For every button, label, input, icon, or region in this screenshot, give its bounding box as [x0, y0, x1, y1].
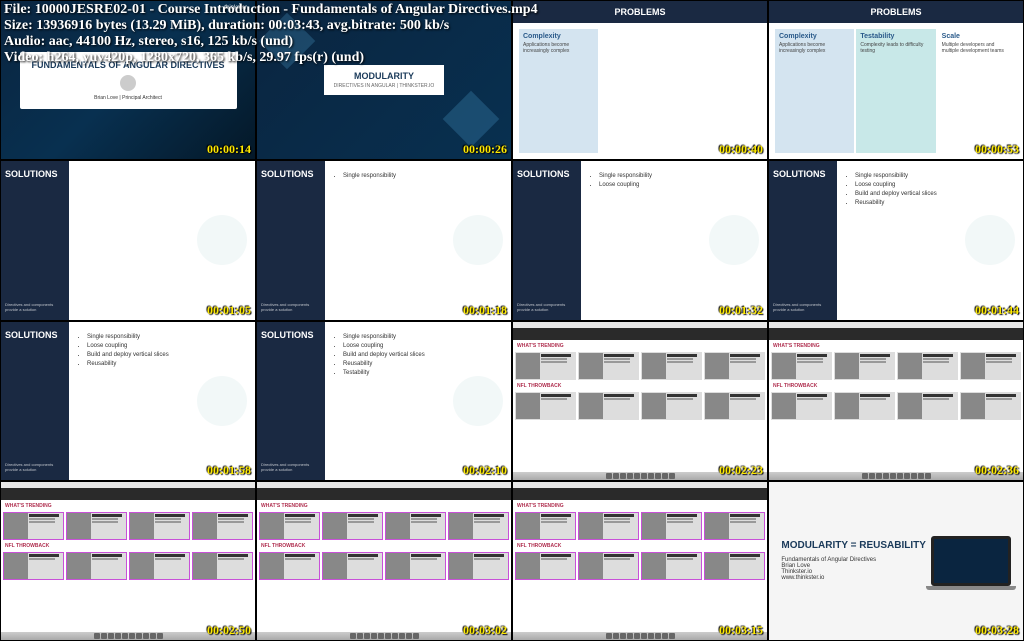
thumbnail[interactable]: SOLUTIONSDirectives and components provi… [0, 160, 256, 320]
slide-header: PROBLEMS [769, 1, 1023, 23]
file-metadata: File: 10000JESRE02-01 - Course Introduct… [0, 0, 542, 68]
timestamp: 00:01:32 [719, 303, 763, 318]
thumbnail-grid: thinkster FUNDAMENTALS OF ANGULAR DIRECT… [0, 0, 1024, 641]
thumbnail[interactable]: WHAT'S TRENDING NFL THROWBACK 00:02:50 [0, 481, 256, 641]
timestamp: 00:03:15 [719, 623, 763, 638]
timestamp: 00:00:40 [719, 142, 763, 157]
slide-subtitle: DIRECTIVES IN ANGULAR | THINKSTER.IO [334, 83, 435, 89]
timestamp: 00:01:05 [207, 303, 251, 318]
timestamp: 00:01:18 [463, 303, 507, 318]
author-name: Brian Love | Principal Architect [32, 95, 225, 101]
timestamp: 00:02:23 [719, 463, 763, 478]
timestamp: 00:00:26 [463, 142, 507, 157]
thumbnail[interactable]: PROBLEMS Complexity Applications become … [512, 0, 768, 160]
timestamp: 00:03:02 [463, 623, 507, 638]
thumbnail[interactable]: MODULARITY = REUSABILITY Fundamentals of… [768, 481, 1024, 641]
timestamp: 00:00:14 [207, 142, 251, 157]
timestamp: 00:03:28 [975, 623, 1019, 638]
slide-header: PROBLEMS [513, 1, 767, 23]
thumbnail[interactable]: SOLUTIONSDirectives and components provi… [256, 160, 512, 320]
author-avatar [120, 75, 136, 91]
timestamp: 00:01:58 [207, 463, 251, 478]
thumbnail[interactable]: WHAT'S TRENDING NFL THROWBACK 00:02:23 [512, 321, 768, 481]
timestamp: 00:00:53 [975, 142, 1019, 157]
thumbnail[interactable]: SOLUTIONSDirectives and components provi… [256, 321, 512, 481]
timestamp: 00:01:44 [975, 303, 1019, 318]
thumbnail[interactable]: WHAT'S TRENDING NFL THROWBACK 00:02:36 [768, 321, 1024, 481]
slide-title: MODULARITY = REUSABILITY [781, 540, 926, 551]
timestamp: 00:02:36 [975, 463, 1019, 478]
thumbnail[interactable]: WHAT'S TRENDING NFL THROWBACK 00:03:02 [256, 481, 512, 641]
thumbnail[interactable]: PROBLEMS Complexity Applications become … [768, 0, 1024, 160]
slide-title: MODULARITY [334, 71, 435, 81]
laptop-graphic [931, 536, 1011, 586]
thumbnail[interactable]: SOLUTIONSDirectives and components provi… [0, 321, 256, 481]
thumbnail[interactable]: SOLUTIONSDirectives and components provi… [768, 160, 1024, 320]
timestamp: 00:02:50 [207, 623, 251, 638]
timestamp: 00:02:10 [463, 463, 507, 478]
thumbnail[interactable]: WHAT'S TRENDING NFL THROWBACK 00:03:15 [512, 481, 768, 641]
thumbnail[interactable]: SOLUTIONSDirectives and components provi… [512, 160, 768, 320]
